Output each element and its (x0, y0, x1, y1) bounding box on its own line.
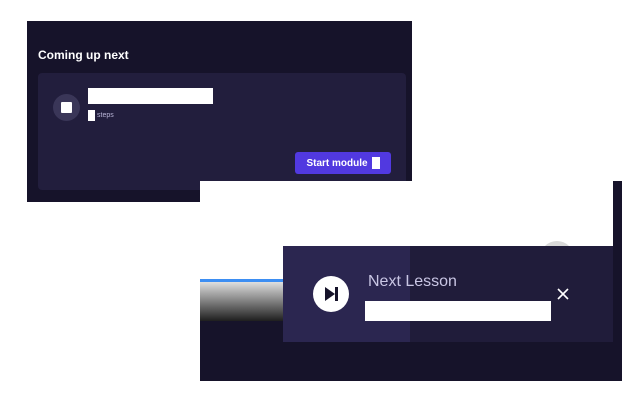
next-lesson-thumbnail (283, 246, 410, 342)
skip-next-icon[interactable] (313, 276, 349, 312)
player-edge (613, 181, 622, 381)
steps-label: steps (97, 112, 114, 119)
start-module-label: Start module (306, 157, 368, 169)
coming-up-next-panel: Coming up next steps Start module (27, 21, 412, 202)
close-icon[interactable] (555, 286, 571, 302)
steps-count-redacted (88, 110, 95, 121)
stop-square-icon (61, 102, 72, 113)
screen: Coming up next steps Start module Next L… (0, 0, 640, 400)
module-icon (371, 157, 380, 169)
next-lesson-heading: Next Lesson (368, 273, 457, 290)
next-lesson-popup: Next Lesson (283, 246, 613, 342)
module-card[interactable]: steps Start module (38, 73, 406, 190)
start-module-button[interactable]: Start module (295, 152, 391, 174)
module-name-redacted (88, 88, 213, 104)
coming-up-next-title: Coming up next (38, 48, 129, 62)
module-icon-badge (53, 94, 80, 121)
module-steps: steps (88, 110, 114, 121)
next-lesson-name-redacted (365, 301, 551, 321)
